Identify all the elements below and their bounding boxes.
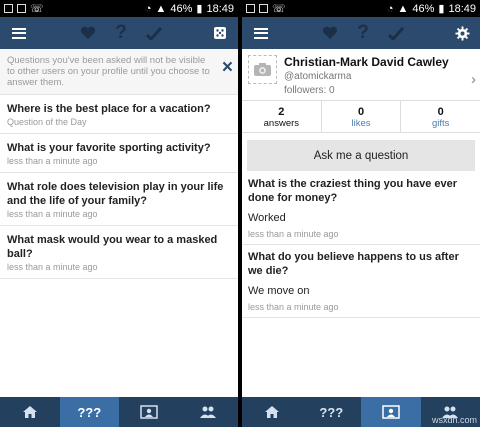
settings-button[interactable] bbox=[450, 17, 474, 49]
question-subtitle: Question of the Day bbox=[7, 117, 87, 127]
answer-text: Worked bbox=[248, 212, 286, 224]
chevron-right-icon: › bbox=[471, 71, 476, 88]
clock: 18:49 bbox=[206, 2, 234, 15]
answers-button[interactable] bbox=[384, 17, 408, 49]
questions-button[interactable]: ? bbox=[109, 17, 133, 49]
question-text: What role does television play in your l… bbox=[7, 181, 224, 207]
question-mark-icon: ? bbox=[357, 22, 369, 43]
random-question-button[interactable] bbox=[208, 17, 232, 49]
battery-icon: ▮ bbox=[438, 3, 445, 15]
question-text: Where is the best place for a vacation? bbox=[7, 103, 211, 115]
watermark: wsxdn.com bbox=[431, 415, 477, 425]
question-item[interactable]: What is your favorite sporting activity?… bbox=[0, 134, 238, 173]
profile-screen: ☏ ◔ ▲ 46% ▮ 18:49 ? Christian-Mark David… bbox=[242, 0, 480, 427]
dice-icon bbox=[214, 27, 226, 39]
questions-tab-icon: ??? bbox=[77, 404, 102, 420]
answer-text: We move on bbox=[248, 285, 310, 297]
question-subtitle: less than a minute ago bbox=[7, 209, 98, 219]
gallery-notification-icon bbox=[259, 4, 268, 13]
phone-icon: ☏ bbox=[272, 3, 286, 15]
menu-icon bbox=[254, 27, 268, 39]
people-icon bbox=[200, 406, 217, 418]
tab-profile[interactable] bbox=[361, 397, 421, 427]
answer-question: What do you believe happens to us after … bbox=[248, 251, 459, 277]
tab-home[interactable] bbox=[0, 397, 60, 427]
stat-label: answers bbox=[263, 118, 300, 129]
menu-button[interactable] bbox=[248, 17, 274, 49]
gallery-notification-icon bbox=[17, 4, 26, 13]
questions-screen: ☏ ◔ ▲ 46% ▮ 18:49 ? Questions you've bee… bbox=[0, 0, 238, 427]
notice-text: Questions you've been asked will not be … bbox=[7, 55, 210, 88]
tab-questions[interactable]: ??? bbox=[302, 397, 362, 427]
battery-icon: ▮ bbox=[196, 3, 203, 15]
heart-icon bbox=[322, 26, 338, 39]
stat-number: 0 bbox=[437, 106, 444, 118]
status-bar: ☏ ◔ ▲ 46% ▮ 18:49 bbox=[0, 0, 238, 17]
answer-item[interactable]: What do you believe happens to us after … bbox=[242, 250, 480, 318]
signal-icon: ▲ bbox=[397, 2, 409, 15]
battery-text: 46% bbox=[170, 2, 193, 15]
clock: 18:49 bbox=[448, 2, 476, 15]
question-subtitle: less than a minute ago bbox=[7, 262, 98, 272]
notification-icon bbox=[4, 4, 13, 13]
question-item[interactable]: What role does television play in your l… bbox=[0, 173, 238, 226]
wifi-icon: ◔ bbox=[386, 2, 394, 15]
profile-card-icon bbox=[140, 405, 158, 419]
questions-tab-icon: ??? bbox=[319, 404, 344, 420]
check-icon bbox=[146, 26, 162, 40]
tab-profile[interactable] bbox=[119, 397, 179, 427]
menu-button[interactable] bbox=[6, 17, 32, 49]
profile-header[interactable]: Christian-Mark David Cawley @atomickarma… bbox=[242, 49, 480, 101]
status-bar: ☏ ◔ ▲ 46% ▮ 18:49 bbox=[242, 0, 480, 17]
answer-time: less than a minute ago bbox=[248, 229, 339, 239]
answer-question: What is the craziest thing you have ever… bbox=[248, 178, 458, 204]
ask-question-button[interactable]: Ask me a question bbox=[247, 140, 475, 171]
question-text: What mask would you wear to a masked bal… bbox=[7, 234, 218, 260]
answers-button[interactable] bbox=[142, 17, 166, 49]
avatar[interactable] bbox=[248, 55, 277, 84]
bottom-nav: ??? bbox=[0, 397, 238, 427]
check-icon bbox=[388, 26, 404, 40]
question-item[interactable]: Where is the best place for a vacation? … bbox=[0, 95, 238, 134]
stat-gifts[interactable]: 0 gifts bbox=[401, 101, 480, 132]
question-text: What is your favorite sporting activity? bbox=[7, 142, 211, 154]
heart-icon bbox=[80, 26, 96, 39]
privacy-notice: Questions you've been asked will not be … bbox=[0, 49, 238, 95]
app-bar: ? bbox=[242, 17, 480, 49]
stat-likes[interactable]: 0 likes bbox=[322, 101, 402, 132]
notification-icon bbox=[246, 4, 255, 13]
menu-icon bbox=[12, 27, 26, 39]
battery-text: 46% bbox=[412, 2, 435, 15]
profile-handle: @atomickarma bbox=[284, 71, 352, 82]
wifi-icon: ◔ bbox=[144, 2, 152, 15]
profile-stats: 2 answers 0 likes 0 gifts bbox=[242, 101, 480, 133]
signal-icon: ▲ bbox=[155, 2, 167, 15]
stat-number: 0 bbox=[357, 106, 365, 118]
questions-button[interactable]: ? bbox=[351, 17, 375, 49]
gear-icon bbox=[454, 25, 470, 41]
stat-answers[interactable]: 2 answers bbox=[242, 101, 322, 132]
favorites-button[interactable] bbox=[318, 17, 342, 49]
tab-friends[interactable] bbox=[179, 397, 239, 427]
stat-label: likes bbox=[351, 118, 371, 129]
app-bar: ? bbox=[0, 17, 238, 49]
tab-questions[interactable]: ??? bbox=[59, 397, 119, 427]
profile-name: Christian-Mark David Cawley bbox=[284, 55, 449, 69]
question-subtitle: less than a minute ago bbox=[7, 156, 98, 166]
home-icon bbox=[264, 406, 279, 418]
home-icon bbox=[22, 406, 37, 418]
stat-number: 2 bbox=[278, 106, 285, 118]
phone-icon: ☏ bbox=[30, 3, 44, 15]
question-mark-icon: ? bbox=[115, 22, 127, 43]
camera-icon bbox=[254, 63, 271, 76]
favorites-button[interactable] bbox=[76, 17, 100, 49]
question-item[interactable]: What mask would you wear to a masked bal… bbox=[0, 226, 238, 279]
profile-card-icon bbox=[382, 405, 400, 419]
answer-time: less than a minute ago bbox=[248, 302, 339, 312]
close-icon[interactable]: × bbox=[222, 58, 233, 77]
followers-count: followers: 0 bbox=[284, 85, 335, 96]
stat-label: gifts bbox=[431, 118, 450, 129]
answer-item[interactable]: What is the craziest thing you have ever… bbox=[242, 177, 480, 245]
tab-home[interactable] bbox=[242, 397, 302, 427]
